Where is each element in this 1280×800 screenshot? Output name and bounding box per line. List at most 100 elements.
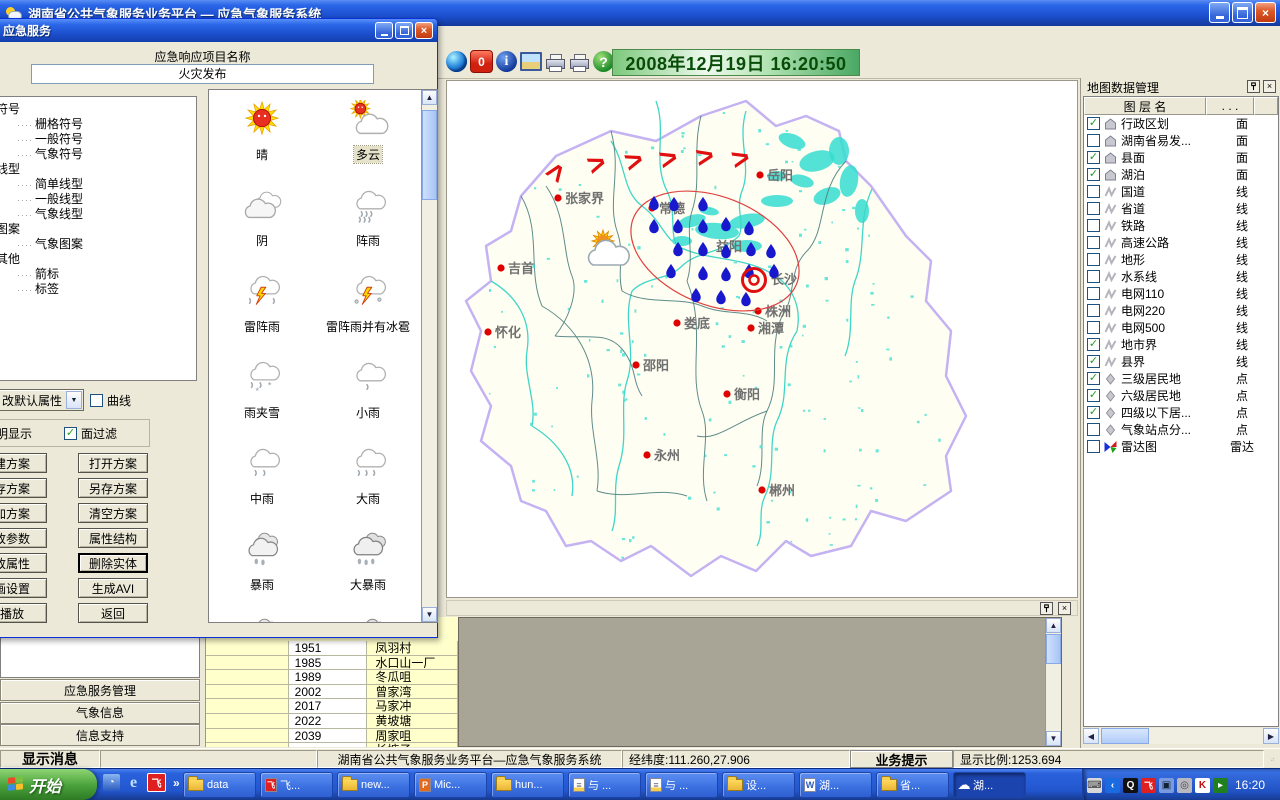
button-加方案[interactable]: 加方案 bbox=[0, 503, 47, 523]
scrollbar[interactable]: ▲ ▼ bbox=[1045, 618, 1061, 746]
checkbox-icon[interactable] bbox=[1087, 321, 1100, 334]
checkbox-icon[interactable]: ✓ bbox=[1087, 389, 1100, 402]
info-icon[interactable]: i bbox=[496, 51, 517, 72]
stop-icon[interactable]: 0 bbox=[470, 50, 493, 73]
taskbar-task-hun...[interactable]: hun... bbox=[491, 772, 564, 798]
chevron-down-icon[interactable]: ▼ bbox=[66, 391, 82, 409]
project-name-input[interactable]: 火灾发布 bbox=[31, 64, 374, 84]
globe-icon[interactable] bbox=[446, 51, 467, 72]
button-删除实体[interactable]: 删除实体 bbox=[78, 553, 148, 573]
resize-grip[interactable] bbox=[1264, 750, 1280, 768]
dialog-titlebar[interactable]: 应急服务 × bbox=[0, 19, 437, 42]
checkbox-icon[interactable]: ✓ bbox=[1087, 151, 1100, 164]
weather-symbol-多云[interactable]: 多云 bbox=[315, 100, 421, 186]
tree-item-栅格符号[interactable]: ····栅格符号 bbox=[0, 117, 196, 132]
checkbox-icon[interactable] bbox=[1087, 236, 1100, 249]
checkbox-icon[interactable]: ✓ bbox=[1087, 117, 1100, 130]
scroll-left-icon[interactable]: ◀ bbox=[1083, 728, 1099, 744]
overflow-chevron[interactable]: » bbox=[173, 776, 180, 790]
layers-header-extra[interactable] bbox=[1254, 97, 1278, 115]
checkbox-icon[interactable]: ✓ bbox=[1087, 372, 1100, 385]
keyboard-icon[interactable]: ⌨ bbox=[1087, 778, 1102, 793]
button-另存方案[interactable]: 另存方案 bbox=[78, 478, 148, 498]
checkbox-icon[interactable]: ✓ bbox=[1087, 338, 1100, 351]
image-icon[interactable] bbox=[520, 52, 542, 71]
layer-row-地形[interactable]: 地形线 bbox=[1084, 251, 1278, 268]
layers-header-dots[interactable]: . . . bbox=[1206, 97, 1254, 115]
tree-item-箭标[interactable]: ····箭标 bbox=[0, 267, 196, 282]
button-打开方案[interactable]: 打开方案 bbox=[78, 453, 148, 473]
print-icon[interactable] bbox=[545, 51, 566, 72]
weather-symbol-阴[interactable]: 阴 bbox=[209, 186, 315, 272]
taskbar-task-湖...[interactable]: ☁湖... bbox=[953, 772, 1026, 798]
tree-item-一般符号[interactable]: ····一般符号 bbox=[0, 132, 196, 147]
layer-row-三级居民地[interactable]: ✓三级居民地点 bbox=[1084, 370, 1278, 387]
table-row[interactable]: 长塘子 bbox=[206, 743, 458, 747]
tree-item-气象图案[interactable]: ····气象图案 bbox=[0, 237, 196, 252]
taskbar-task-飞...[interactable]: 飞飞... bbox=[260, 772, 333, 798]
restore-icon[interactable] bbox=[395, 22, 413, 39]
start-button[interactable]: 开始 bbox=[0, 769, 97, 800]
scroll-thumb[interactable] bbox=[422, 110, 437, 200]
layer-row-高速公路[interactable]: 高速公路线 bbox=[1084, 234, 1278, 251]
map-canvas[interactable]: 岳阳张家界常德益阳长沙吉首娄底株洲湘潭怀化邵阳衡阳永州郴州>>>>>> bbox=[446, 80, 1078, 598]
layer-row-电网110[interactable]: 电网110线 bbox=[1084, 285, 1278, 302]
table-row[interactable]: 2002曾家湾 bbox=[206, 685, 458, 700]
button-生成AVI[interactable]: 生成AVI bbox=[78, 578, 148, 598]
table-row[interactable]: 1985水口山一厂 bbox=[206, 656, 458, 671]
weather-symbol-阵雨[interactable]: 阵雨 bbox=[315, 186, 421, 272]
close-icon[interactable]: × bbox=[1263, 80, 1276, 93]
layer-row-气象站点分...[interactable]: 气象站点分...点 bbox=[1084, 421, 1278, 438]
pin-icon[interactable] bbox=[1040, 602, 1053, 615]
button-改属性[interactable]: 改属性 bbox=[0, 553, 47, 573]
button-画设置[interactable]: 画设置 bbox=[0, 578, 47, 598]
nav-item-应急服务管理[interactable]: 应急服务管理 bbox=[0, 679, 200, 701]
checkbox-icon[interactable] bbox=[90, 394, 103, 407]
layer-row-水系线[interactable]: 水系线线 bbox=[1084, 268, 1278, 285]
weather-symbol-晴[interactable]: 晴 bbox=[209, 100, 315, 186]
transparent-checkbox[interactable]: 透明显示 bbox=[0, 425, 32, 442]
scroll-right-icon[interactable]: ▶ bbox=[1263, 728, 1279, 744]
weather-symbol-partial[interactable] bbox=[209, 616, 315, 623]
taskbar-task-湖...[interactable]: W湖... bbox=[799, 772, 872, 798]
taskbar-task-data[interactable]: data bbox=[183, 772, 256, 798]
button-改参数[interactable]: 改参数 bbox=[0, 528, 47, 548]
table-row[interactable]: 2022黄坡塘 bbox=[206, 714, 458, 729]
tree-node-图案[interactable]: 图案 bbox=[0, 222, 196, 237]
help-icon[interactable]: ? bbox=[593, 51, 614, 72]
traffic-icon[interactable]: ▸ bbox=[1213, 778, 1228, 793]
taskbar-task-与 ...[interactable]: ≡与 ... bbox=[568, 772, 641, 798]
button-清空方案[interactable]: 清空方案 bbox=[78, 503, 148, 523]
checkbox-icon[interactable] bbox=[1087, 185, 1100, 198]
checkbox-icon[interactable] bbox=[1087, 440, 1100, 453]
layer-row-雷达图[interactable]: 雷达图雷达 bbox=[1084, 438, 1278, 455]
weather-symbol-暴雨[interactable]: 暴雨 bbox=[209, 530, 315, 616]
taskbar-task-省...[interactable]: 省... bbox=[876, 772, 949, 798]
scroll-up-icon[interactable]: ▲ bbox=[422, 90, 437, 105]
close-icon[interactable]: × bbox=[415, 22, 433, 39]
layer-row-四级以下居...[interactable]: ✓四级以下居...点 bbox=[1084, 404, 1278, 421]
weather-symbol-小雨[interactable]: 小雨 bbox=[315, 358, 421, 444]
weather-symbol-雷阵雨并有冰雹[interactable]: 雷阵雨并有冰雹 bbox=[315, 272, 421, 358]
weather-symbol-中雨[interactable]: 中雨 bbox=[209, 444, 315, 530]
tree-item-一般线型[interactable]: ····一般线型 bbox=[0, 192, 196, 207]
tree-item-标签[interactable]: ····标签 bbox=[0, 282, 196, 297]
fetion-icon[interactable]: 飞 bbox=[1141, 778, 1156, 793]
taskbar-task-Mic...[interactable]: PMic... bbox=[414, 772, 487, 798]
weather-symbol-partial[interactable] bbox=[315, 616, 421, 623]
button-建方案[interactable]: 建方案 bbox=[0, 453, 47, 473]
scrollbar[interactable]: ▲ ▼ bbox=[421, 90, 437, 622]
layer-row-六级居民地[interactable]: ✓六级居民地点 bbox=[1084, 387, 1278, 404]
restore-icon[interactable] bbox=[1232, 2, 1253, 23]
tree-item-简单线型[interactable]: ····简单线型 bbox=[0, 177, 196, 192]
close-icon[interactable]: × bbox=[1255, 2, 1276, 23]
checkbox-icon[interactable] bbox=[1087, 253, 1100, 266]
checkbox-icon[interactable]: ✓ bbox=[64, 427, 77, 440]
curve-checkbox[interactable]: 曲线 bbox=[90, 392, 131, 409]
layer-row-县界[interactable]: ✓县界线 bbox=[1084, 353, 1278, 370]
mute-icon[interactable]: ◎ bbox=[1177, 778, 1192, 793]
minimize-icon[interactable] bbox=[1209, 2, 1230, 23]
table-row[interactable]: 1951凤羽村 bbox=[206, 641, 458, 656]
taskbar-task-new...[interactable]: new... bbox=[337, 772, 410, 798]
checkbox-icon[interactable] bbox=[1087, 219, 1100, 232]
